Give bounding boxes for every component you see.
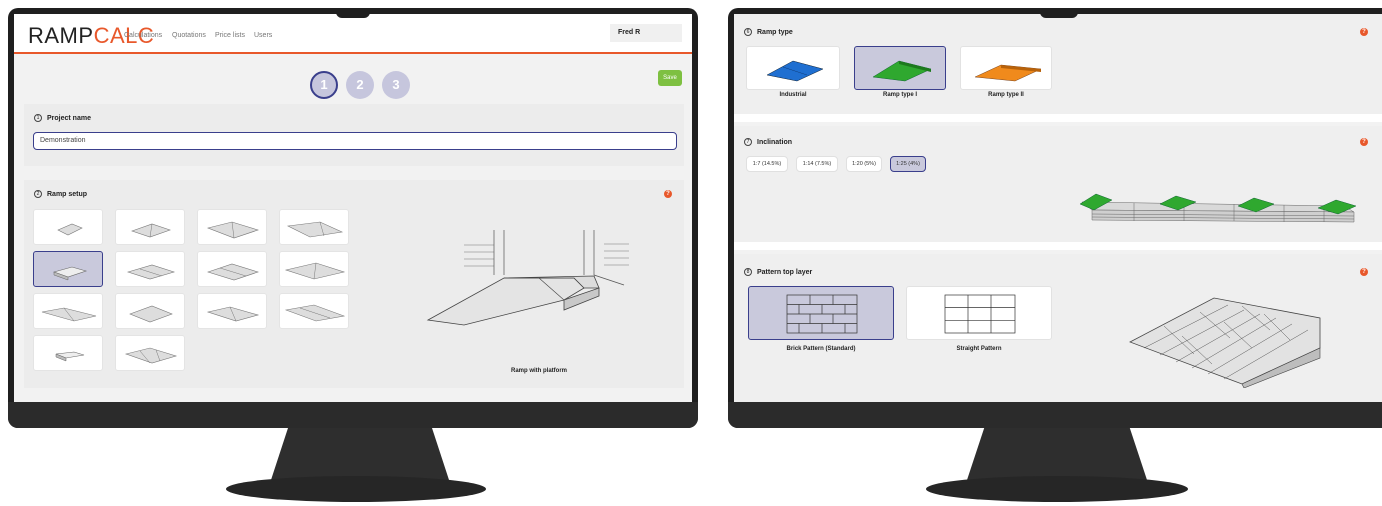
left-monitor-chin (8, 402, 698, 428)
right-monitor-base (926, 476, 1188, 502)
app-header: RAMPCALC Calculations Quotations Price l… (14, 14, 692, 54)
ramp-thumbnail-icon (131, 223, 171, 238)
ramp-thumbnail-icon (41, 307, 97, 322)
ramp-thumbnail-icon (126, 264, 176, 280)
left-monitor-camera (336, 10, 370, 18)
nav-users[interactable]: Users (254, 32, 272, 39)
straight-pattern-icon (944, 294, 1016, 334)
nav-calculations[interactable]: Calculations (124, 32, 162, 39)
industrial-ramp-icon (766, 60, 824, 82)
inclination-1-25-selected[interactable]: 1:25 (4%) (890, 156, 926, 172)
help-icon[interactable]: ? (1360, 138, 1368, 146)
inclination-panel: 7 Inclination ? 1:7 (14.5%) 1:14 (7.5%) … (734, 126, 1382, 242)
section-number: 8 (744, 268, 752, 276)
project-name-heading: 1 Project name (34, 114, 91, 122)
ramp-type-1-icon (872, 60, 932, 82)
save-button[interactable]: Save (658, 70, 682, 86)
help-icon[interactable]: ? (664, 190, 672, 198)
ramp-option-5-selected[interactable] (33, 251, 103, 287)
ramp-option-6[interactable] (115, 251, 185, 287)
ramp-type-label: Ramp type II (988, 92, 1024, 98)
ramp-option-8[interactable] (279, 251, 349, 287)
inclination-illustration (1079, 193, 1357, 223)
section-number: 6 (744, 28, 752, 36)
ramp-option-11[interactable] (197, 293, 267, 329)
pattern-panel: 8 Pattern top layer ? Brick Pattern (Sta (734, 254, 1382, 402)
ramp-with-platform-illustration (426, 230, 629, 326)
ramp-thumbnail-icon (53, 266, 88, 281)
pattern-label: Brick Pattern (Standard) (786, 346, 856, 352)
help-icon[interactable]: ? (1360, 28, 1368, 36)
pattern-straight[interactable] (906, 286, 1052, 340)
section-divider (734, 114, 1382, 122)
nav-price-lists[interactable]: Price lists (215, 32, 245, 39)
ramp-option-4[interactable] (279, 209, 349, 245)
step-1[interactable]: 1 (310, 71, 338, 99)
step-3[interactable]: 3 (382, 71, 410, 99)
ramp-thumbnail-icon (207, 221, 259, 239)
inclination-1-14[interactable]: 1:14 (7.5%) (796, 156, 838, 172)
inclination-heading: 7 Inclination (744, 138, 792, 146)
brick-pattern-icon (786, 294, 858, 334)
inclination-1-7[interactable]: 1:7 (14.5%) (746, 156, 788, 172)
pattern-illustration (1129, 297, 1321, 388)
project-name-panel: 1 Project name Demonstration (24, 104, 684, 166)
ramp-type-2-icon (974, 64, 1042, 82)
right-monitor-camera (1040, 10, 1078, 18)
section-number: 7 (744, 138, 752, 146)
ramp-thumbnail-icon (284, 262, 346, 280)
nav-quotations[interactable]: Quotations (172, 32, 206, 39)
ramp-setup-heading: 2 Ramp setup (34, 190, 87, 198)
user-menu[interactable]: Fred R (610, 24, 682, 42)
step-indicator: 1 2 3 (310, 71, 410, 99)
ramp-option-1[interactable] (33, 209, 103, 245)
ramp-thumbnail-icon (284, 304, 346, 322)
help-icon[interactable]: ? (1360, 268, 1368, 276)
inclination-1-20[interactable]: 1:20 (5%) (846, 156, 882, 172)
left-monitor-stand (270, 428, 450, 483)
right-monitor-stand (966, 428, 1148, 483)
ramp-thumbnail-icon (206, 306, 260, 322)
pattern-brick-selected[interactable] (748, 286, 894, 340)
ramp-option-13[interactable] (33, 335, 103, 371)
ramp-type-panel: 6 Ramp type ? Industrial Ramp type I Ram… (734, 14, 1382, 114)
ramp-option-9[interactable] (33, 293, 103, 329)
left-monitor-base (226, 476, 486, 502)
ramp-option-7[interactable] (197, 251, 267, 287)
project-name-input[interactable]: Demonstration (33, 132, 677, 150)
pattern-label: Straight Pattern (956, 346, 1002, 352)
ramp-thumbnail-icon (124, 347, 178, 364)
ramp-type-industrial[interactable] (746, 46, 840, 90)
ramp-option-10[interactable] (115, 293, 185, 329)
ramp-option-14[interactable] (115, 335, 185, 371)
ramp-thumbnail-icon (57, 223, 83, 236)
right-screen: 6 Ramp type ? Industrial Ramp type I Ram… (734, 14, 1382, 402)
ramp-type-label: Industrial (779, 92, 807, 98)
ramp-option-3[interactable] (197, 209, 267, 245)
ramp-option-12[interactable] (279, 293, 349, 329)
right-monitor-chin (728, 402, 1382, 428)
ramp-type-2[interactable] (960, 46, 1052, 90)
pattern-heading: 8 Pattern top layer (744, 268, 812, 276)
ramp-option-2[interactable] (115, 209, 185, 245)
ramp-thumbnail-icon (286, 221, 344, 238)
section-divider (734, 242, 1382, 250)
ramp-thumbnail-icon (207, 263, 259, 281)
ramp-thumbnail-icon (55, 351, 85, 362)
ramp-type-label: Ramp type I (882, 92, 917, 98)
step-2[interactable]: 2 (346, 71, 374, 99)
ramp-type-1-selected[interactable] (854, 46, 946, 90)
ramp-thumbnail-icon (129, 305, 173, 323)
ramp-type-heading: 6 Ramp type (744, 28, 793, 36)
section-number: 1 (34, 114, 42, 122)
ramp-setup-panel: 2 Ramp setup ? Ramp with platform (24, 180, 684, 388)
left-screen: RAMPCALC Calculations Quotations Price l… (14, 14, 692, 402)
section-number: 2 (34, 190, 42, 198)
ramp-setup-caption: Ramp with platform (510, 368, 567, 374)
